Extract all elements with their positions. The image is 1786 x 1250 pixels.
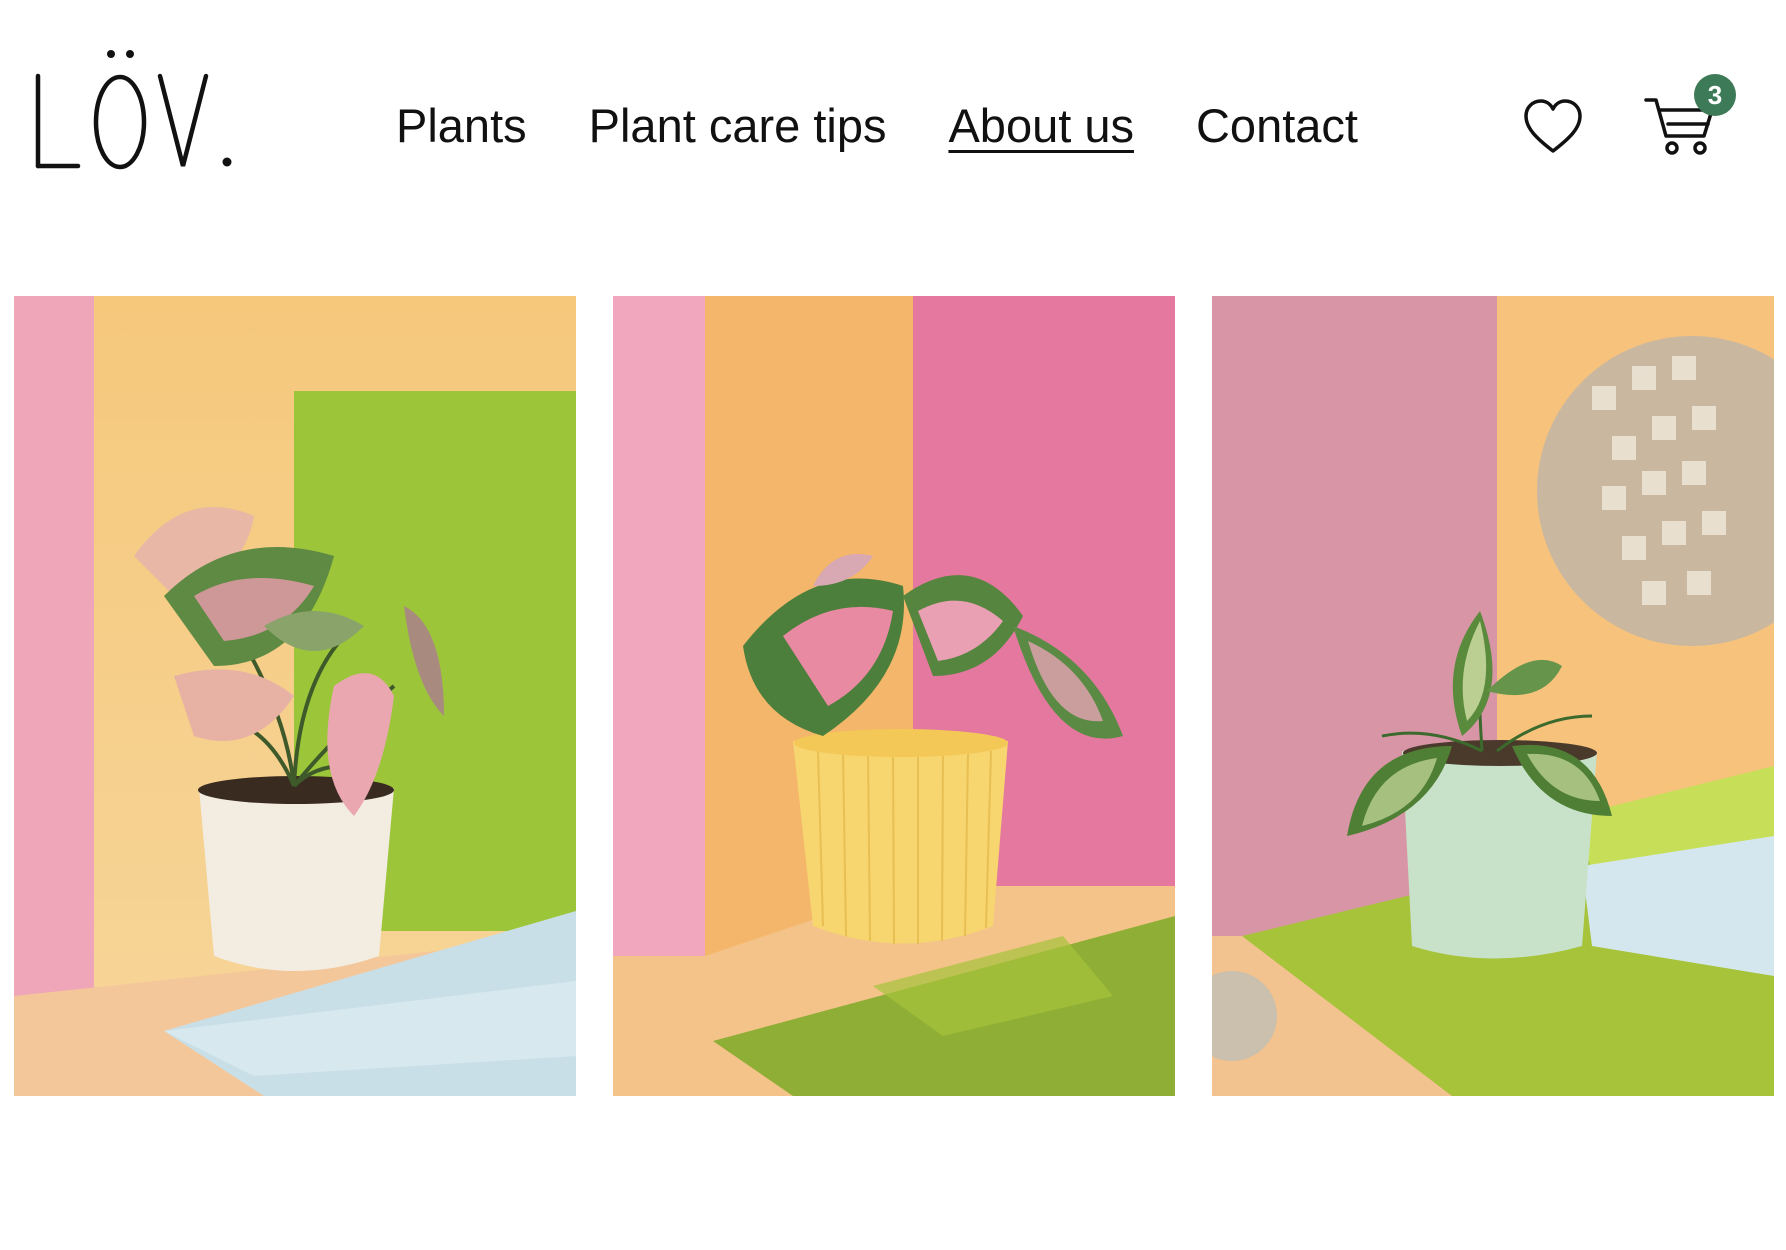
nav-item-plant-care-tips[interactable]: Plant care tips [589,96,887,156]
caladium-yellow-pot-photo [613,296,1175,1096]
main-nav: Plants Plant care tips About us Contact [396,96,1420,156]
nav-item-contact[interactable]: Contact [1196,96,1358,156]
nav-item-plants[interactable]: Plants [396,96,527,156]
photo-gallery [14,296,1774,1096]
peperomia-mint-pot-photo [1212,296,1774,1096]
caladium-white-pot-photo [14,296,576,1096]
site-header: Plants Plant care tips About us Contact … [0,0,1786,230]
brand-logo[interactable] [32,40,242,180]
heart-icon[interactable] [1522,98,1584,156]
cart-count-badge: 3 [1694,74,1736,116]
nav-item-about-us[interactable]: About us [948,96,1134,156]
